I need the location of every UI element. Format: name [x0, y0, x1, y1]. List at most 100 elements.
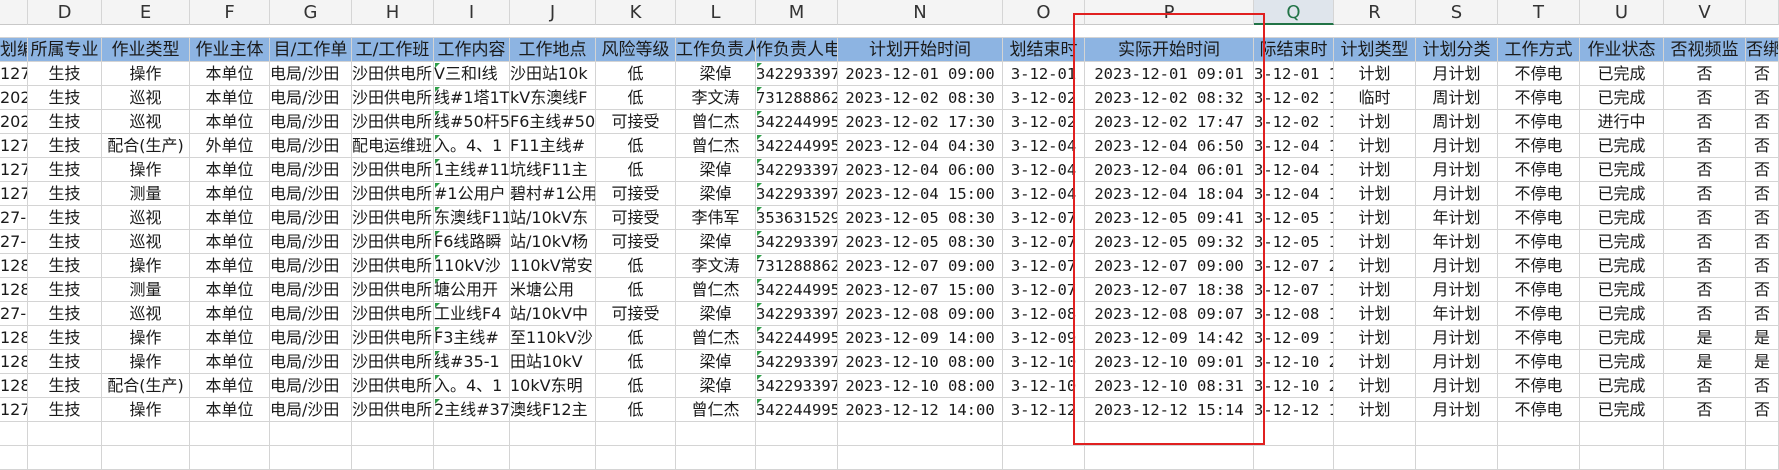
table-cell[interactable]: 3-12-01 1: [1254, 62, 1334, 86]
empty-cell[interactable]: [1416, 446, 1498, 470]
empty-cell[interactable]: [596, 446, 676, 470]
table-cell[interactable]: 已完成: [1580, 62, 1664, 86]
table-cell[interactable]: 是: [1664, 350, 1746, 374]
table-cell[interactable]: 127: [0, 182, 28, 206]
table-cell[interactable]: 否: [1746, 302, 1779, 326]
column-header-K[interactable]: K: [596, 0, 676, 25]
empty-cell[interactable]: [1334, 422, 1416, 446]
table-cell[interactable]: 可接受: [596, 110, 676, 134]
table-cell[interactable]: 电局/沙田: [270, 302, 352, 326]
table-cell[interactable]: 生技: [28, 254, 102, 278]
table-cell[interactable]: 沙田供电所: [352, 86, 434, 110]
table-cell[interactable]: 否: [1746, 278, 1779, 302]
table-cell[interactable]: 不停电: [1498, 302, 1580, 326]
table-cell[interactable]: 已完成: [1580, 230, 1664, 254]
table-cell[interactable]: 不停电: [1498, 278, 1580, 302]
table-cell[interactable]: 3-12-07 1: [1254, 278, 1334, 302]
table-cell[interactable]: 本单位: [190, 182, 270, 206]
table-cell[interactable]: 计划: [1334, 398, 1416, 422]
table-cell[interactable]: 2023-12-05 09:41: [1085, 206, 1254, 230]
table-cell[interactable]: 2023-12-04 06:00: [838, 158, 1003, 182]
header-cell-v[interactable]: 否视频监: [1664, 38, 1746, 62]
table-cell[interactable]: 沙田站10k: [510, 62, 596, 86]
table-cell[interactable]: 2023-12-02 08:30: [838, 86, 1003, 110]
table-cell[interactable]: 工业线F4: [434, 302, 510, 326]
table-cell[interactable]: 塘公用开: [434, 278, 510, 302]
table-cell[interactable]: 月计划: [1416, 182, 1498, 206]
table-cell[interactable]: 生技: [28, 182, 102, 206]
table-cell[interactable]: 否: [1746, 230, 1779, 254]
table-cell[interactable]: 128: [0, 350, 28, 374]
table-cell[interactable]: 110kV沙: [434, 254, 510, 278]
header-cell-o[interactable]: 划结束时: [1003, 38, 1085, 62]
table-cell[interactable]: 已完成: [1580, 302, 1664, 326]
table-cell[interactable]: 3-12-10: [1003, 374, 1085, 398]
table-cell[interactable]: kV东澳线F: [510, 86, 596, 110]
table-cell[interactable]: 2023-12-07 18:38: [1085, 278, 1254, 302]
table-cell[interactable]: 月计划: [1416, 254, 1498, 278]
table-cell[interactable]: 本单位: [190, 326, 270, 350]
header-cell-r[interactable]: 计划类型: [1334, 38, 1416, 62]
table-cell[interactable]: 操作: [102, 158, 190, 182]
table-cell[interactable]: 342293397: [756, 182, 838, 206]
table-cell[interactable]: 低: [596, 350, 676, 374]
table-cell[interactable]: 2023-12-04 06:01: [1085, 158, 1254, 182]
table-cell[interactable]: 27-: [0, 302, 28, 326]
table-cell[interactable]: 27-: [0, 206, 28, 230]
empty-cell[interactable]: [270, 422, 352, 446]
table-cell[interactable]: 测量: [102, 278, 190, 302]
empty-cell[interactable]: [756, 446, 838, 470]
table-cell[interactable]: 2023-12-04 04:30: [838, 134, 1003, 158]
table-cell[interactable]: 342293397: [756, 374, 838, 398]
table-cell[interactable]: 李文涛: [676, 86, 756, 110]
table-cell[interactable]: 沙田供电所: [352, 158, 434, 182]
table-cell[interactable]: 本单位: [190, 230, 270, 254]
column-header-G[interactable]: G: [270, 0, 352, 25]
table-cell[interactable]: 否: [1664, 398, 1746, 422]
header-cell-i[interactable]: 工作内容: [434, 38, 510, 62]
table-cell[interactable]: 不停电: [1498, 134, 1580, 158]
table-cell[interactable]: 生技: [28, 206, 102, 230]
table-cell[interactable]: 巡视: [102, 230, 190, 254]
table-cell[interactable]: 本单位: [190, 62, 270, 86]
table-cell[interactable]: 沙田供电所: [352, 302, 434, 326]
table-cell[interactable]: 已完成: [1580, 326, 1664, 350]
table-cell[interactable]: 生技: [28, 110, 102, 134]
table-cell[interactable]: 2023-12-04 15:00: [838, 182, 1003, 206]
table-cell[interactable]: 梁倬: [676, 230, 756, 254]
table-cell[interactable]: 电局/沙田: [270, 254, 352, 278]
table-cell[interactable]: 生技: [28, 158, 102, 182]
table-cell[interactable]: 澳线F12主: [510, 398, 596, 422]
table-cell[interactable]: 沙田供电所: [352, 110, 434, 134]
table-cell[interactable]: 操作: [102, 62, 190, 86]
empty-cell[interactable]: [838, 446, 1003, 470]
column-header-N[interactable]: N: [838, 0, 1003, 25]
table-cell[interactable]: 否: [1746, 182, 1779, 206]
table-cell[interactable]: 配电运维班: [352, 134, 434, 158]
table-cell[interactable]: 计划: [1334, 326, 1416, 350]
table-cell[interactable]: 127: [0, 134, 28, 158]
table-cell[interactable]: 128: [0, 326, 28, 350]
table-cell[interactable]: 2023-12-12 14:00: [838, 398, 1003, 422]
column-header-I[interactable]: I: [434, 0, 510, 25]
column-header-V[interactable]: V: [1664, 0, 1746, 25]
table-cell[interactable]: 2023-12-07 15:00: [838, 278, 1003, 302]
table-cell[interactable]: 不停电: [1498, 326, 1580, 350]
table-cell[interactable]: 342244995: [756, 134, 838, 158]
table-cell[interactable]: 2023-12-10 08:00: [838, 374, 1003, 398]
table-cell[interactable]: 不停电: [1498, 254, 1580, 278]
table-cell[interactable]: 已完成: [1580, 158, 1664, 182]
table-cell[interactable]: 128: [0, 278, 28, 302]
table-cell[interactable]: 已完成: [1580, 86, 1664, 110]
column-header-M[interactable]: M: [756, 0, 838, 25]
table-cell[interactable]: 低: [596, 374, 676, 398]
table-cell[interactable]: 202: [0, 86, 28, 110]
table-cell[interactable]: 生技: [28, 134, 102, 158]
table-cell[interactable]: 不停电: [1498, 350, 1580, 374]
empty-cell[interactable]: [1003, 446, 1085, 470]
table-cell[interactable]: 梁倬: [676, 62, 756, 86]
table-cell[interactable]: 3-12-02 1: [1254, 110, 1334, 134]
table-cell[interactable]: 2023-12-10 08:00: [838, 350, 1003, 374]
table-cell[interactable]: 3-12-10: [1003, 350, 1085, 374]
table-cell[interactable]: 站/10kV杨: [510, 230, 596, 254]
